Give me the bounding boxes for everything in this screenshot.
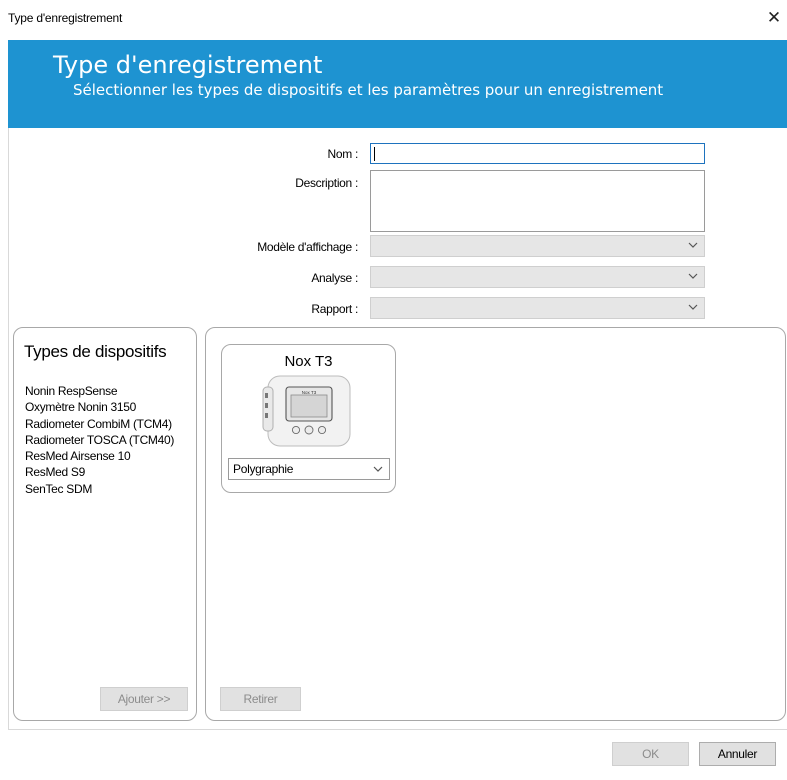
cancel-button[interactable]: Annuler (699, 742, 776, 766)
device-types-title: Types de dispositifs (24, 342, 167, 361)
remove-button[interactable]: Retirer (220, 687, 301, 711)
left-frame-line (8, 128, 9, 730)
description-textarea[interactable] (370, 170, 705, 232)
report-label: Rapport : (311, 302, 358, 316)
device-type-item[interactable]: Oxymètre Nonin 3150 (25, 399, 174, 415)
device-types-list: Nonin RespSense Oxymètre Nonin 3150 Radi… (25, 383, 174, 497)
device-types-panel: Types de dispositifs Nonin RespSense Oxy… (13, 327, 197, 721)
device-card[interactable]: Nox T3 Nox T3 Polygraphie (221, 344, 396, 493)
header-banner: Type d'enregistrement Sélectionner les t… (8, 40, 787, 128)
name-input[interactable] (370, 143, 705, 164)
device-type-item[interactable]: ResMed S9 (25, 464, 174, 480)
chevron-down-icon (688, 273, 698, 279)
device-type-item[interactable]: Radiometer TOSCA (TCM40) (25, 432, 174, 448)
window-title: Type d'enregistrement (8, 11, 123, 25)
window-titlebar: Type d'enregistrement ✕ (0, 0, 787, 40)
text-caret (374, 147, 375, 161)
add-button[interactable]: Ajouter >> (100, 687, 188, 711)
device-card-title: Nox T3 (284, 353, 333, 370)
device-type-item[interactable]: Radiometer CombiM (TCM4) (25, 416, 174, 432)
close-icon[interactable]: ✕ (765, 9, 783, 27)
ok-button[interactable]: OK (612, 742, 689, 766)
banner-subtitle: Sélectionner les types de dispositifs et… (73, 81, 664, 99)
device-mode-select[interactable]: Polygraphie (228, 458, 390, 480)
banner-heading: Type d'enregistrement (53, 51, 323, 79)
footer-divider (8, 729, 787, 730)
device-type-item[interactable]: Nonin RespSense (25, 383, 174, 399)
name-label: Nom : (327, 147, 358, 161)
description-label: Description : (295, 176, 358, 190)
report-select[interactable] (370, 297, 705, 319)
chevron-down-icon (688, 304, 698, 310)
analysis-select[interactable] (370, 266, 705, 288)
nox-t3-device-icon: Nox T3 (262, 375, 351, 447)
device-screen-text: Nox T3 (302, 390, 317, 395)
display-model-label: Modèle d'affichage : (257, 240, 358, 254)
device-type-item[interactable]: SenTec SDM (25, 481, 174, 497)
device-mode-value: Polygraphie (233, 462, 294, 476)
display-model-select[interactable] (370, 235, 705, 257)
chevron-down-icon (688, 242, 698, 248)
device-type-item[interactable]: ResMed Airsense 10 (25, 448, 174, 464)
chevron-down-icon (373, 466, 383, 472)
analysis-label: Analyse : (311, 271, 358, 285)
